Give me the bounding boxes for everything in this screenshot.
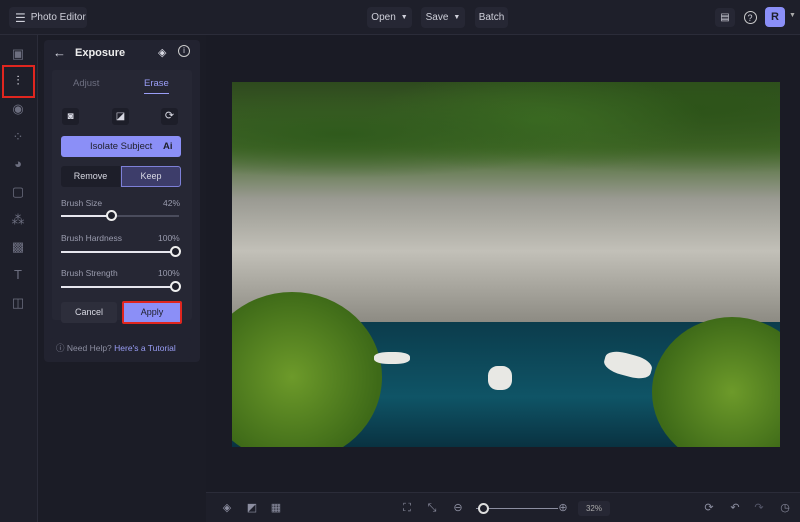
brush-size-label: Brush Size [61, 198, 103, 208]
invert-tool-button[interactable]: ◪ [112, 108, 129, 125]
grid-icon[interactable]: ▦ [269, 501, 283, 515]
save-label: Save [425, 12, 449, 23]
help-link-box[interactable]: ⓘ Need Help? Here's a Tutorial [50, 338, 191, 358]
hamburger-icon: ☰ [15, 10, 26, 25]
back-arrow-icon[interactable]: ← [53, 45, 66, 60]
effects-icon[interactable]: ⁘ [9, 128, 27, 146]
batch-button[interactable]: Batch [475, 7, 508, 28]
zoom-slider-handle[interactable] [478, 503, 489, 514]
info-icon: ⓘ [56, 343, 65, 353]
redo-icon[interactable]: ↷ [752, 501, 766, 515]
brush-hardness-label: Brush Hardness [61, 233, 122, 243]
graphics-icon[interactable]: ⁂ [9, 211, 27, 229]
boat [488, 366, 512, 390]
undo-icon[interactable]: ↶ [728, 501, 742, 515]
zoom-out-icon[interactable]: ⊖ [451, 501, 465, 515]
palette-icon[interactable]: ◕ [9, 155, 27, 173]
photo-canvas[interactable] [232, 82, 780, 447]
isolate-label: Isolate Subject [90, 141, 153, 152]
remove-button[interactable]: Remove [61, 166, 120, 187]
open-button[interactable]: Open ▼ [367, 7, 412, 28]
brush-size-value: 42% [163, 198, 181, 208]
menu-button[interactable]: ☰ Photo Editor [9, 7, 87, 28]
layers-icon[interactable]: ◈ [158, 46, 166, 59]
help-question: Need Help? [66, 343, 112, 353]
help-button[interactable]: ? [740, 8, 760, 27]
eye-icon[interactable]: ◉ [9, 100, 27, 118]
bottom-toolbar: ◈ ◩ ▦ ⛶ ⤡ ⊖ ⊕ 32% ⟳ ↶ ↷ ◷ [206, 492, 800, 522]
frame-icon[interactable]: ▢ [9, 183, 27, 201]
resize-icon[interactable]: ◩ [245, 501, 259, 515]
chevron-down-icon: ▼ [400, 14, 408, 21]
brush-tool-button[interactable]: ◙ [62, 108, 79, 125]
ai-badge: Ai [163, 141, 173, 152]
overlay-icon[interactable]: ◫ [9, 294, 27, 312]
tab-adjust[interactable]: Adjust [73, 78, 99, 89]
reset-tool-button[interactable]: ⟳ [161, 108, 178, 125]
info-icon[interactable]: i [178, 45, 190, 57]
brush-strength-slider[interactable] [61, 281, 182, 292]
open-label: Open [371, 12, 396, 23]
zoom-value[interactable]: 32% [578, 501, 610, 516]
help-icon: ? [743, 11, 757, 24]
layers-icon[interactable]: ◈ [220, 501, 234, 515]
brush-size-slider[interactable] [61, 210, 179, 221]
fit-screen-icon[interactable]: ⛶ [400, 501, 414, 515]
panel-title: Exposure [75, 47, 126, 59]
brush-strength-label: Brush Strength [61, 268, 118, 278]
keep-button[interactable]: Keep [121, 166, 181, 187]
cancel-button[interactable]: Cancel [61, 302, 117, 323]
tool-rail: ▣ ⫶ ◉ ⁘ ◕ ▢ ⁂ ▩ T ◫ [0, 35, 38, 522]
save-button[interactable]: Save ▼ [421, 7, 465, 28]
adjust-sliders-icon[interactable]: ⫶ [9, 72, 27, 90]
texture-icon[interactable]: ▩ [9, 238, 27, 256]
chevron-down-icon[interactable]: ▼ [789, 12, 796, 19]
tutorial-link[interactable]: Here's a Tutorial [114, 343, 176, 353]
app-title: Photo Editor [30, 12, 86, 23]
tab-erase[interactable]: Erase [144, 78, 169, 94]
feedback-button[interactable]: ▤ [715, 8, 735, 27]
actual-size-icon[interactable]: ⤡ [425, 501, 439, 515]
brush-hardness-slider[interactable] [61, 246, 182, 257]
top-bar: ☰ Photo Editor Open ▼ Save ▼ Batch ▤ ? R ▼ [0, 0, 800, 35]
text-icon[interactable]: T [9, 266, 27, 284]
apply-button[interactable]: Apply [122, 301, 182, 324]
image-icon[interactable]: ▣ [9, 45, 27, 63]
refresh-icon[interactable]: ⟳ [702, 501, 716, 515]
zoom-slider[interactable] [476, 503, 558, 514]
brush-strength-value: 100% [158, 268, 180, 278]
history-icon[interactable]: ◷ [778, 501, 792, 515]
batch-label: Batch [478, 12, 505, 23]
slider-handle[interactable] [105, 210, 117, 221]
brush-hardness-value: 100% [158, 233, 180, 243]
zoom-in-icon[interactable]: ⊕ [556, 501, 570, 515]
comment-icon: ▤ [720, 12, 730, 23]
chevron-down-icon: ▼ [453, 14, 461, 21]
boat [374, 352, 410, 364]
avatar[interactable]: R [765, 7, 785, 27]
isolate-subject-button[interactable]: Isolate Subject Ai [61, 136, 181, 157]
